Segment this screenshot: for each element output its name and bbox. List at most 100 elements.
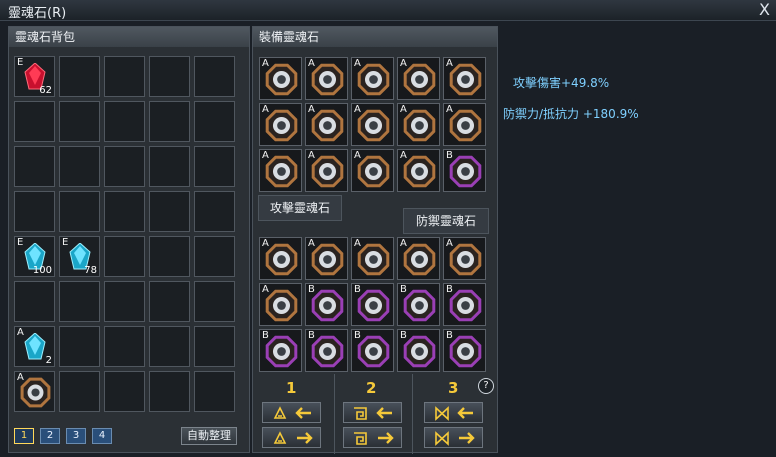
bag-slot[interactable] xyxy=(104,146,145,187)
bronze-soulstone-icon xyxy=(449,243,482,276)
bag-slot[interactable] xyxy=(149,101,190,142)
bag-slot[interactable] xyxy=(149,371,190,412)
bag-slot[interactable] xyxy=(104,101,145,142)
defense-slot[interactable]: B xyxy=(443,283,486,326)
defense-slot[interactable]: B xyxy=(305,329,348,372)
bag-page-1[interactable]: 1 xyxy=(14,428,34,444)
bag-slot[interactable] xyxy=(194,56,235,97)
attack-slot[interactable]: A xyxy=(351,149,394,192)
bag-slot[interactable] xyxy=(104,281,145,322)
defense-slot[interactable]: A xyxy=(259,237,302,280)
defense-slot[interactable]: A xyxy=(351,237,394,280)
attack-slot[interactable]: A xyxy=(305,149,348,192)
bag-slot[interactable] xyxy=(59,146,100,187)
auto-sort-button[interactable]: 自動整理 xyxy=(181,427,237,445)
bag-page-4[interactable]: 4 xyxy=(92,428,112,444)
bag-slot[interactable] xyxy=(149,146,190,187)
bag-slot[interactable] xyxy=(194,281,235,322)
attack-slot[interactable]: A xyxy=(397,57,440,100)
bag-slot[interactable] xyxy=(14,101,55,142)
bag-slot[interactable] xyxy=(194,371,235,412)
attack-slot[interactable]: A xyxy=(305,57,348,100)
defense-slot[interactable]: B xyxy=(443,329,486,372)
bag-page-3[interactable]: 3 xyxy=(66,428,86,444)
close-button[interactable]: X xyxy=(759,0,770,19)
defense-slot[interactable]: B xyxy=(351,283,394,326)
bronze-soulstone-icon xyxy=(311,109,344,142)
bag-slot[interactable] xyxy=(104,326,145,367)
bag-slot[interactable] xyxy=(59,281,100,322)
attack-slot[interactable]: B xyxy=(443,149,486,192)
bag-slot[interactable] xyxy=(149,191,190,232)
defense-slot[interactable]: A xyxy=(397,237,440,280)
defense-slot[interactable]: B xyxy=(351,329,394,372)
bag-slot[interactable] xyxy=(194,101,235,142)
set1-load-button[interactable] xyxy=(262,402,321,423)
bag-slot[interactable] xyxy=(59,191,100,232)
attack-slot[interactable]: A xyxy=(259,149,302,192)
bag-slot[interactable] xyxy=(14,281,55,322)
bag-slot[interactable]: E 62 xyxy=(14,56,55,97)
set3-save-button[interactable] xyxy=(424,427,483,448)
attack-slot[interactable]: A xyxy=(397,103,440,146)
bag-slot[interactable] xyxy=(194,236,235,277)
bag-slot[interactable] xyxy=(104,236,145,277)
bag-slot[interactable]: A xyxy=(14,371,55,412)
defense-slot[interactable]: B xyxy=(397,283,440,326)
bag-slot[interactable] xyxy=(149,281,190,322)
tab-attack-soulstone[interactable]: 攻擊靈魂石 xyxy=(258,195,342,221)
bag-slot[interactable] xyxy=(149,326,190,367)
defense-slot[interactable]: A xyxy=(259,283,302,326)
bag-slot[interactable] xyxy=(104,191,145,232)
bag-slot[interactable] xyxy=(14,191,55,232)
attack-slot[interactable]: A xyxy=(259,57,302,100)
tab-defense-soulstone[interactable]: 防禦靈魂石 xyxy=(403,208,489,234)
title-bar: 靈魂石(R) X xyxy=(0,0,776,21)
attack-slot[interactable]: A xyxy=(259,103,302,146)
defense-slot[interactable]: B xyxy=(397,329,440,372)
bag-slot[interactable] xyxy=(59,371,100,412)
defense-slot[interactable]: B xyxy=(305,283,348,326)
bag-slot[interactable] xyxy=(194,146,235,187)
attack-slot[interactable]: A xyxy=(351,57,394,100)
bag-slot[interactable] xyxy=(149,236,190,277)
attack-slot[interactable]: A xyxy=(443,103,486,146)
set3-load-button[interactable] xyxy=(424,402,483,423)
item-grade: E xyxy=(62,237,69,248)
help-button[interactable]: ? xyxy=(478,378,494,394)
defense-resist-stat: 防禦力/抵抗力 +180.9% xyxy=(503,107,639,121)
bag-slot[interactable] xyxy=(194,326,235,367)
bag-slot[interactable] xyxy=(14,146,55,187)
bag-slot[interactable]: E 100 xyxy=(14,236,55,277)
bag-slot[interactable] xyxy=(104,371,145,412)
bag-page-2[interactable]: 2 xyxy=(40,428,60,444)
set1-save-button[interactable] xyxy=(262,427,321,448)
attack-slot[interactable]: A xyxy=(351,103,394,146)
attack-slot[interactable]: A xyxy=(305,103,348,146)
attack-slot[interactable]: A xyxy=(443,57,486,100)
arrow-left-icon xyxy=(295,407,311,419)
item-grade: A xyxy=(17,327,24,338)
bag-slot[interactable] xyxy=(104,56,145,97)
set2-load-button[interactable] xyxy=(343,402,402,423)
triangle-icon xyxy=(273,431,287,444)
spiral-icon xyxy=(354,432,367,445)
attack-slot[interactable]: A xyxy=(397,149,440,192)
set2-save-button[interactable] xyxy=(343,427,402,448)
purple-soulstone-icon xyxy=(403,289,436,322)
triangle-icon xyxy=(273,406,287,419)
bag-slot[interactable]: A2 xyxy=(14,326,55,367)
bag-slot[interactable] xyxy=(59,56,100,97)
bronze-soulstone-icon xyxy=(265,289,298,322)
bag-slot[interactable] xyxy=(149,56,190,97)
defense-slot[interactable]: A xyxy=(305,237,348,280)
bag-slot[interactable]: E 78 xyxy=(59,236,100,277)
set-number-2: 2 xyxy=(366,379,377,397)
defense-slot[interactable]: B xyxy=(259,329,302,372)
set-number-1: 1 xyxy=(286,379,297,397)
bag-slot[interactable] xyxy=(59,101,100,142)
bronze-soulstone-icon xyxy=(265,155,298,188)
defense-slot[interactable]: A xyxy=(443,237,486,280)
bag-slot[interactable] xyxy=(194,191,235,232)
bag-slot[interactable] xyxy=(59,326,100,367)
